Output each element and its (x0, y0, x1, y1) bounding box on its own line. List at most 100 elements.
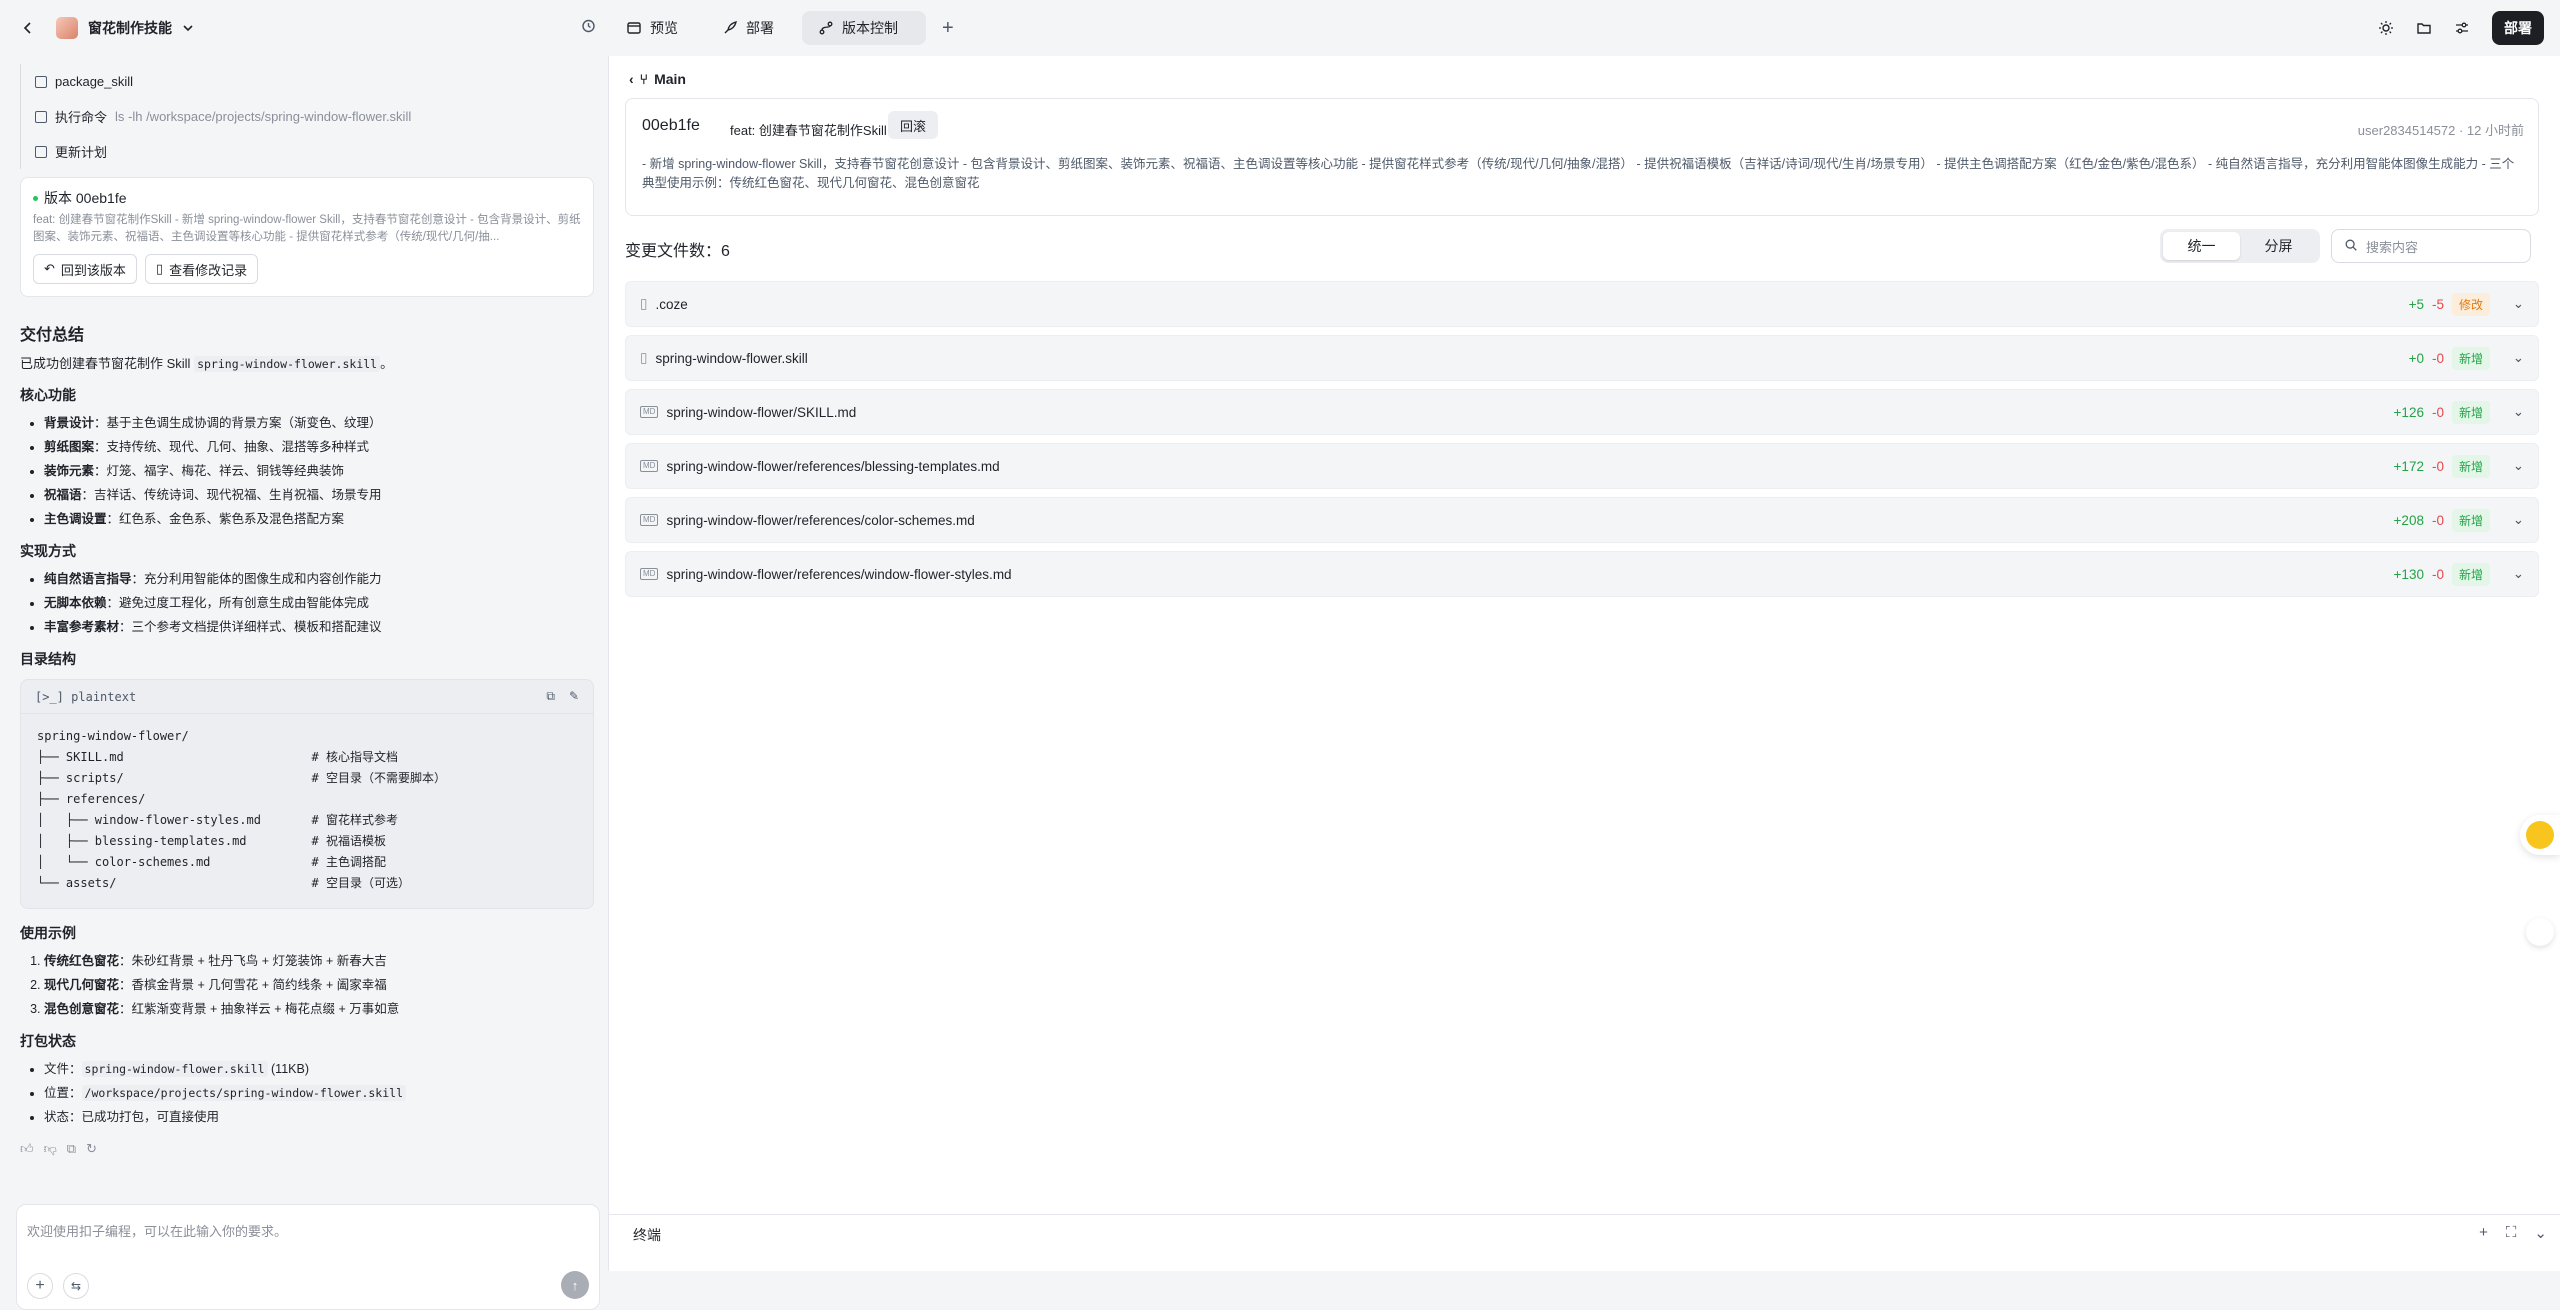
git-branch-icon: ⑂ (639, 71, 649, 87)
copy-icon[interactable]: ⧉ (67, 1141, 76, 1157)
revert-button[interactable]: 回滚 (888, 111, 939, 139)
file-list: ▯ .coze +5 -5 修改 ⌄ ▯ spring-window-flower.… (625, 281, 2539, 605)
branch-selector[interactable]: ‹ ⑂ Main (629, 64, 686, 94)
terminal-title: 终端 (633, 1227, 661, 1243)
folder-icon[interactable] (2416, 20, 2432, 36)
chat-scroll[interactable]: package_skill 执行命令 ls -lh /workspace/pro… (20, 64, 594, 1157)
markdown-icon: MD (640, 406, 659, 418)
search-input[interactable]: 搜索内容 (2331, 229, 2531, 263)
summary-title: 交付总结 (20, 327, 85, 344)
list-item: 祝福语：吉祥话、传统诗词、现代祝福、生肖祝福、场景专用 (44, 483, 594, 507)
project-header: 窗花制作技能 (0, 0, 610, 56)
code-block: [>_] plaintext ⧉ ✎ spring-window-flower/… (20, 679, 594, 909)
unified-view-button[interactable]: 统一 (2163, 232, 2240, 260)
view-changes-button[interactable]: ▯ 查看修改记录 (144, 254, 259, 284)
tab-deploy[interactable]: 部署 (706, 11, 790, 45)
tab-version-control[interactable]: 版本控制 (802, 11, 926, 45)
chat-input-box[interactable]: 欢迎使用扣子编程，可以在此输入你的要求。 + ⇆ ↑ (16, 1204, 600, 1310)
settings-sliders-icon[interactable] (2454, 20, 2470, 36)
file-row[interactable]: ▯ spring-window-flower.skill +0 -0 新增 ⌄ (625, 335, 2539, 381)
commit-hash: 00eb1fe (642, 117, 700, 134)
step-item[interactable]: 更新计划 (20, 134, 594, 169)
regenerate-icon[interactable]: ↻ (86, 1141, 97, 1157)
history-icon[interactable] (580, 18, 596, 34)
document-icon: ▯ (155, 261, 164, 276)
sun-icon[interactable] (2378, 20, 2394, 36)
thumbs-down-icon[interactable]: 👎︎ (44, 1141, 57, 1157)
markdown-icon: MD (640, 460, 659, 472)
split-view-button[interactable]: 分屏 (2240, 232, 2317, 260)
chevron-down-icon[interactable] (180, 20, 196, 36)
expand-icon[interactable]: ⛶ (2506, 1224, 2517, 1242)
edit-icon[interactable]: ✎ (569, 689, 579, 704)
status-badge: 新增 (2451, 346, 2490, 370)
step-icon (35, 75, 47, 88)
list-item: 状态：已成功打包，可直接使用 (44, 1105, 594, 1129)
file-name: spring-window-flower/references/color-sc… (666, 512, 975, 528)
status-dot (33, 195, 38, 201)
project-name[interactable]: 窗花制作技能 (88, 18, 172, 38)
message-actions: 👍︎ 👎︎ ⧉ ↻ (20, 1141, 594, 1157)
inline-code: spring-window-flower.skill (194, 356, 381, 372)
copy-icon[interactable]: ⧉ (546, 689, 555, 704)
code-content: spring-window-flower/ ├── SKILL.md # 核心指… (37, 729, 446, 890)
add-icon[interactable]: + (2479, 1224, 2488, 1242)
markdown-icon: MD (640, 514, 659, 526)
diff-view-toggle: 统一 分屏 (2160, 229, 2320, 263)
chevron-down-icon[interactable]: ⌄ (2513, 458, 2524, 474)
tab-bar: 预览 部署 版本控制 + (610, 11, 954, 45)
version-description: feat: 创建春节窗花制作Skill - 新增 spring-window-f… (33, 214, 581, 243)
chevron-down-icon[interactable]: ⌄ (2513, 296, 2524, 312)
add-tab-icon[interactable]: + (942, 17, 954, 40)
send-button[interactable]: ↑ (561, 1271, 589, 1299)
assistant-float-button[interactable] (2520, 815, 2560, 855)
tab-label: 预览 (650, 20, 678, 36)
list-item: 纯自然语言指导：充分利用智能体的图像生成和内容创作能力 (44, 567, 594, 591)
list-item: 无脚本依赖：避免过度工程化，所有创意生成由智能体完成 (44, 591, 594, 615)
tab-preview[interactable]: 预览 (610, 11, 694, 45)
top-actions: 部署 (2378, 11, 2544, 45)
step-label: 更新计划 (55, 145, 108, 160)
back-icon[interactable] (20, 20, 36, 36)
plan-icon (35, 145, 47, 158)
list-item: 现代几何窗花：香槟金背景 + 几何雪花 + 简约线条 + 阖家幸福 (44, 973, 594, 997)
terminal-icon (35, 110, 47, 123)
deploy-button[interactable]: 部署 (2492, 11, 2544, 45)
chat-input[interactable]: 欢迎使用扣子编程，可以在此输入你的要求。 (27, 1221, 287, 1240)
list-item: 传统红色窗花：朱砂红背景 + 牡丹飞鸟 + 灯笼装饰 + 新春大吉 (44, 949, 594, 973)
file-name: spring-window-flower/references/blessing… (666, 458, 1000, 474)
file-row[interactable]: MD spring-window-flower/references/windo… (625, 551, 2539, 597)
impl-list: 纯自然语言指导：充分利用智能体的图像生成和内容创作能力 无脚本依赖：避免过度工程… (20, 567, 594, 639)
deletions: -0 (2431, 404, 2444, 420)
step-item[interactable]: 执行命令 ls -lh /workspace/projects/spring-w… (20, 99, 594, 134)
add-icon[interactable]: + (27, 1273, 53, 1299)
thumbs-up-icon[interactable]: 👍︎ (20, 1141, 34, 1157)
list-item: 装饰元素：灯笼、福字、梅花、祥云、铜钱等经典装饰 (44, 459, 594, 483)
file-row[interactable]: MD spring-window-flower/SKILL.md +126 -0 新… (625, 389, 2539, 435)
pack-title: 打包状态 (20, 1033, 76, 1049)
chevron-down-icon[interactable]: ⌄ (2513, 566, 2524, 582)
help-float-button[interactable] (2526, 918, 2554, 946)
version-card: 版本 00eb1fe feat: 创建春节窗花制作Skill - 新增 spri… (20, 177, 594, 297)
status-badge: 新增 (2451, 400, 2490, 424)
tab-label: 部署 (746, 20, 774, 36)
chevron-down-icon[interactable]: ⌄ (2534, 1224, 2547, 1242)
file-row[interactable]: MD spring-window-flower/references/bless… (625, 443, 2539, 489)
chevron-down-icon[interactable]: ⌄ (2513, 404, 2524, 420)
restore-version-button[interactable]: ↶ 回到该版本 (33, 254, 137, 284)
tab-label: 版本控制 (842, 20, 898, 36)
step-item[interactable]: package_skill (20, 64, 594, 99)
mascot-icon (2526, 821, 2554, 849)
settings-sliders-icon[interactable]: ⇆ (63, 1273, 89, 1299)
deletions: -0 (2431, 512, 2444, 528)
file-row[interactable]: ▯ .coze +5 -5 修改 ⌄ (625, 281, 2539, 327)
chevron-down-icon[interactable]: ⌄ (2513, 512, 2524, 528)
file-icon: ▯ (640, 296, 648, 311)
chevron-left-icon[interactable]: ‹ (629, 71, 634, 87)
chevron-down-icon[interactable]: ⌄ (2513, 350, 2524, 366)
project-avatar (56, 17, 78, 39)
undo-icon: ↶ (44, 261, 55, 276)
status-badge: 新增 (2451, 454, 2490, 478)
preview-icon (626, 20, 642, 36)
file-row[interactable]: MD spring-window-flower/references/color… (625, 497, 2539, 543)
